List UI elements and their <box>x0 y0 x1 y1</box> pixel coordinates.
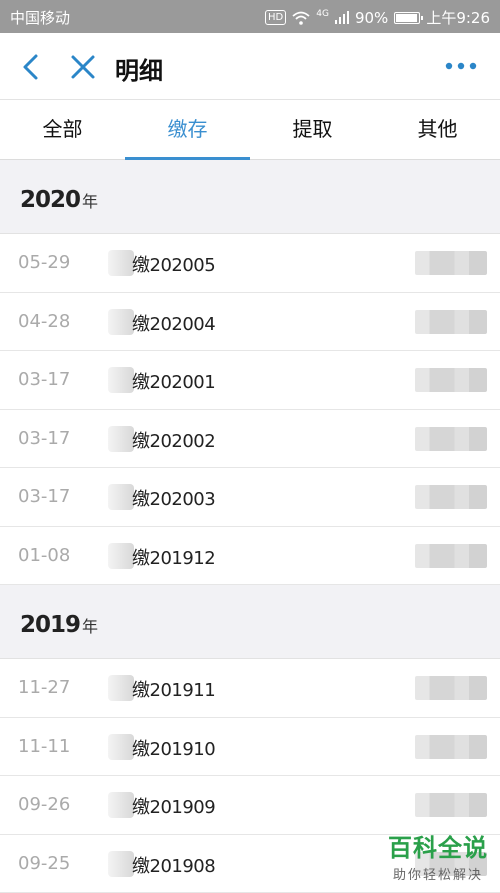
watermark-subtitle: 助你轻松解决 <box>388 864 488 883</box>
watermark-title: 百科全说 <box>388 828 488 863</box>
transaction-date: 03-17 <box>18 369 70 390</box>
transaction-list: 2020年05-29缴20200504-28缴20200403-17缴20200… <box>0 160 500 893</box>
signal-icon <box>335 11 349 24</box>
transaction-row[interactable]: 05-29 缴202005 <box>0 234 500 293</box>
redacted-amount <box>415 310 487 334</box>
transaction-description: 缴201912 <box>132 544 215 570</box>
battery-icon <box>394 12 420 24</box>
carrier-label: 中国移动 <box>10 7 70 28</box>
transaction-date: 03-17 <box>18 428 70 449</box>
redacted-prefix <box>108 851 134 877</box>
transaction-description: 缴202004 <box>132 310 215 336</box>
transaction-description: 缴201911 <box>132 676 215 702</box>
transaction-description: 缴201908 <box>132 852 215 878</box>
network-type-label: 4G <box>316 9 329 19</box>
tab-other[interactable]: 其他 <box>375 100 500 159</box>
redacted-amount <box>415 368 487 392</box>
status-bar: 中国移动 HD 4G 90% 上午9:26 <box>0 0 500 33</box>
transaction-row[interactable]: 09-26 缴201909 <box>0 776 500 835</box>
transaction-date: 09-25 <box>18 853 70 874</box>
redacted-amount <box>415 251 487 275</box>
redacted-prefix <box>108 426 134 452</box>
transaction-date: 01-08 <box>18 545 70 566</box>
year-label: 2020 <box>20 187 80 213</box>
transaction-date: 11-11 <box>18 736 70 757</box>
close-icon[interactable] <box>68 52 98 82</box>
transaction-date: 03-17 <box>18 486 70 507</box>
battery-percent: 90% <box>355 9 388 27</box>
more-dots-icon[interactable] <box>444 59 478 73</box>
transaction-row[interactable]: 01-08 缴201912 <box>0 527 500 586</box>
transaction-description: 缴201909 <box>132 793 215 819</box>
transaction-row[interactable]: 03-17 缴202002 <box>0 410 500 469</box>
back-chevron-icon[interactable] <box>16 51 48 83</box>
redacted-amount <box>415 793 487 817</box>
watermark-logo: 百科全说 助你轻松解决 <box>388 828 488 883</box>
transaction-date: 05-29 <box>18 252 70 273</box>
page-title: 明细 <box>115 51 163 86</box>
redacted-prefix <box>108 309 134 335</box>
transaction-row[interactable]: 03-17 缴202003 <box>0 468 500 527</box>
transaction-description: 缴201910 <box>132 735 215 761</box>
transaction-date: 09-26 <box>18 794 70 815</box>
tab-bar: 全部 缴存 提取 其他 <box>0 100 500 160</box>
year-group-header: 2019年 <box>0 585 500 659</box>
clock: 上午9:26 <box>426 7 490 28</box>
redacted-amount <box>415 427 487 451</box>
wifi-icon <box>292 11 310 25</box>
redacted-prefix <box>108 367 134 393</box>
tab-deposit[interactable]: 缴存 <box>125 100 250 159</box>
transaction-date: 11-27 <box>18 677 70 698</box>
transaction-description: 缴202002 <box>132 427 215 453</box>
redacted-amount <box>415 485 487 509</box>
redacted-prefix <box>108 250 134 276</box>
redacted-prefix <box>108 792 134 818</box>
redacted-prefix <box>108 675 134 701</box>
tab-all[interactable]: 全部 <box>0 100 125 159</box>
status-icons: HD 4G 90% 上午9:26 <box>265 7 490 28</box>
transaction-row[interactable]: 04-28 缴202004 <box>0 293 500 352</box>
tab-withdraw[interactable]: 提取 <box>250 100 375 159</box>
transaction-row[interactable]: 11-11 缴201910 <box>0 718 500 777</box>
transaction-description: 缴202003 <box>132 485 215 511</box>
transaction-description: 缴202001 <box>132 368 215 394</box>
redacted-amount <box>415 735 487 759</box>
redacted-prefix <box>108 734 134 760</box>
transaction-row[interactable]: 03-17 缴202001 <box>0 351 500 410</box>
year-unit-label: 年 <box>82 617 98 636</box>
year-label: 2019 <box>20 612 80 638</box>
year-unit-label: 年 <box>82 192 98 211</box>
redacted-prefix <box>108 484 134 510</box>
hd-badge: HD <box>265 10 286 25</box>
redacted-prefix <box>108 543 134 569</box>
year-group-header: 2020年 <box>0 160 500 234</box>
navigation-bar: 明细 <box>0 33 500 100</box>
transaction-date: 04-28 <box>18 311 70 332</box>
transaction-description: 缴202005 <box>132 251 215 277</box>
transaction-row[interactable]: 11-27 缴201911 <box>0 659 500 718</box>
redacted-amount <box>415 544 487 568</box>
redacted-amount <box>415 676 487 700</box>
